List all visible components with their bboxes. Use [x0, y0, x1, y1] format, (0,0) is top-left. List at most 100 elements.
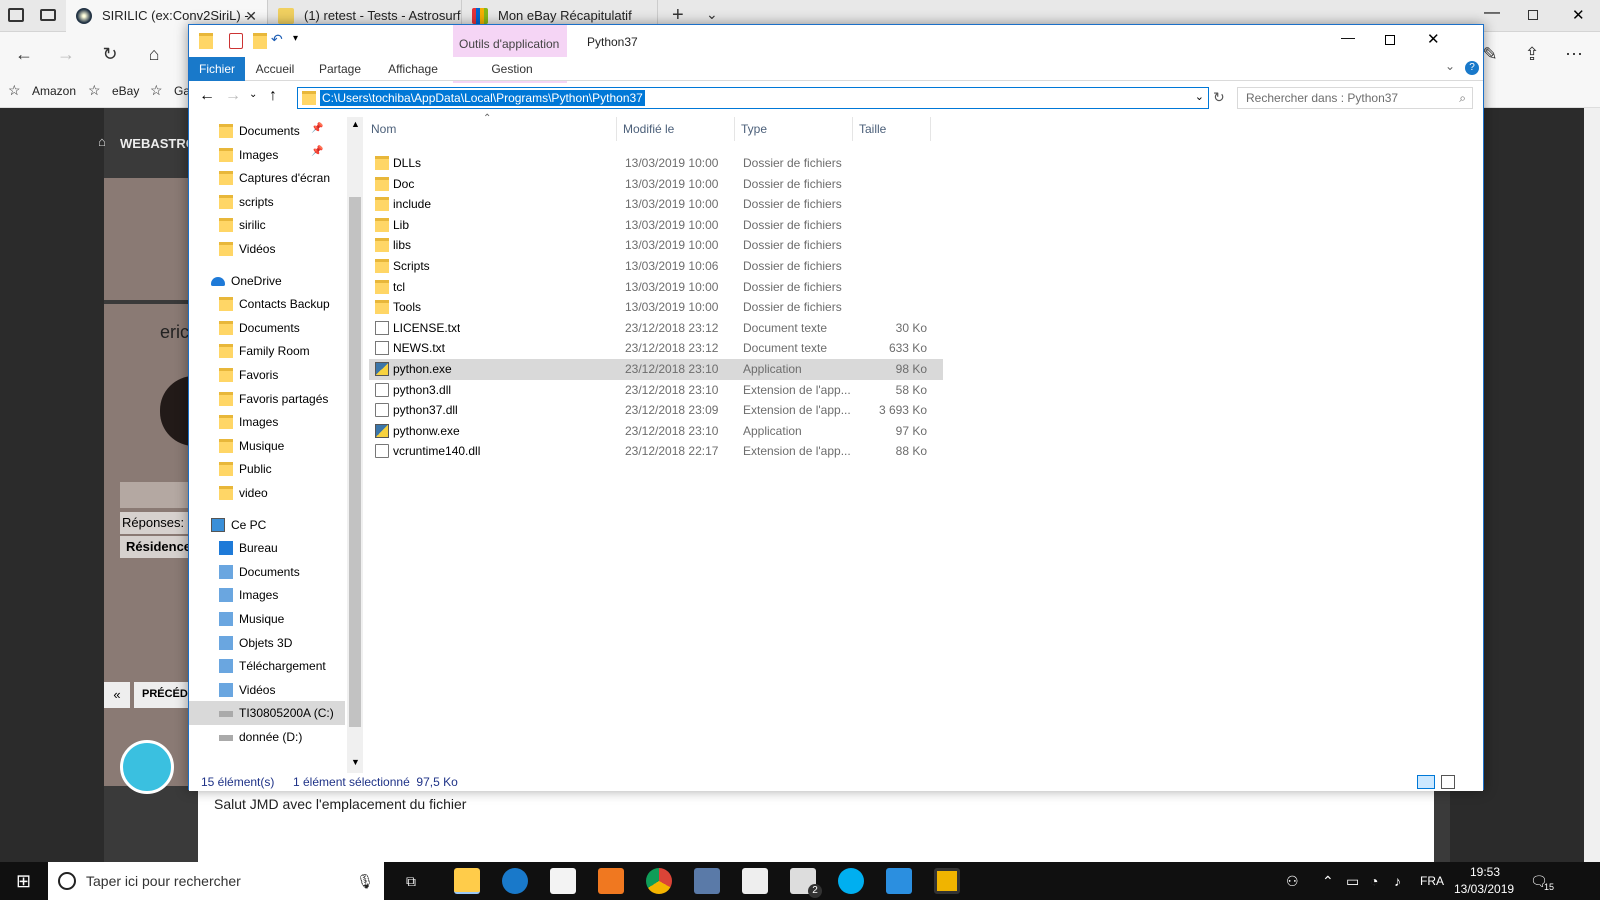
nav-item-contacts-backup[interactable]: Contacts Backup [189, 292, 345, 316]
set-aside-tabs-icon[interactable] [40, 9, 56, 21]
refresh-icon[interactable]: ↻ [96, 40, 124, 68]
tab-fichier[interactable]: Fichier [189, 57, 245, 81]
tab-accueil[interactable]: Accueil [247, 57, 303, 81]
column-header-date[interactable]: Modifié le [617, 117, 735, 141]
nav-item-telechargement[interactable]: Téléchargement [189, 654, 345, 678]
column-header-size[interactable]: Taille [853, 117, 931, 141]
help-icon[interactable]: ? [1465, 61, 1479, 75]
more-icon[interactable]: ⋯ [1560, 40, 1588, 68]
properties-icon[interactable] [229, 33, 243, 49]
quick-access-dropdown-icon[interactable]: ▾ [293, 33, 298, 44]
scroll-thumb[interactable] [349, 197, 361, 727]
explorer-minimize-icon[interactable]: — [1341, 29, 1355, 45]
store-taskbar-icon[interactable] [550, 868, 576, 894]
nav-item-videos[interactable]: Vidéos [189, 237, 345, 261]
file-row[interactable]: python3.dll 23/12/2018 23:10 Extension de … [369, 380, 943, 401]
pin-icon[interactable]: 📌 [311, 146, 323, 157]
restore-icon[interactable] [1528, 10, 1538, 20]
share-icon[interactable]: ⇪ [1518, 40, 1546, 68]
taskbar-search-box[interactable]: Taper ici pour rechercher 🎙 [48, 862, 384, 900]
clock-date[interactable]: 13/03/2019 [1454, 882, 1514, 896]
scroll-up-icon[interactable]: ▲ [351, 119, 360, 129]
recent-locations-icon[interactable]: ⌄ [249, 89, 257, 100]
task-view-icon[interactable]: ⧉ [406, 862, 416, 900]
file-row[interactable]: python37.dll 23/12/2018 23:09 Extension de… [369, 400, 943, 421]
address-path[interactable]: C:\Users\tochiba\AppData\Local\Programs\… [320, 90, 645, 106]
pin-icon[interactable]: 📌 [311, 123, 323, 134]
show-hidden-icons-icon[interactable]: ⌃ [1322, 862, 1334, 900]
people-icon[interactable]: ⚇ [1286, 862, 1299, 900]
nav-item-ce-pc[interactable]: Ce PC [189, 513, 345, 537]
battery-icon[interactable]: ▭ [1346, 862, 1359, 900]
site-title[interactable]: WEBASTRO [120, 136, 196, 151]
refresh-address-icon[interactable]: ↻ [1213, 89, 1225, 106]
remote-desktop-taskbar-icon[interactable] [694, 868, 720, 894]
language-indicator[interactable]: FRA [1420, 862, 1444, 900]
back-icon[interactable]: ← [10, 40, 38, 68]
file-row[interactable]: DLLs 13/03/2019 10:00 Dossier de fichiers [369, 153, 943, 174]
forward-arrow-icon[interactable]: → [225, 87, 241, 105]
prev-page-button[interactable]: PRÉCÉDE [134, 682, 188, 708]
skype-taskbar-icon[interactable] [838, 868, 864, 894]
file-row[interactable]: tcl 13/03/2019 10:00 Dossier de fichiers [369, 277, 943, 298]
nav-item-bureau[interactable]: Bureau [189, 536, 345, 560]
column-header-type[interactable]: Type [735, 117, 853, 141]
nav-item-images[interactable]: Images [189, 583, 345, 607]
author-button[interactable] [120, 482, 188, 508]
microphone-icon[interactable]: 🎙 [356, 862, 374, 900]
details-view-icon[interactable] [1417, 775, 1435, 789]
network-icon[interactable]: ◔ [1370, 862, 1378, 900]
page-scrollbar[interactable] [1584, 108, 1600, 862]
edge-taskbar-icon[interactable] [502, 868, 528, 894]
tab-gestion[interactable]: Gestion [455, 57, 569, 81]
start-windows-icon[interactable]: ⊞ [16, 862, 31, 900]
chrome-taskbar-icon[interactable] [646, 868, 672, 894]
nav-item-sirilic[interactable]: sirilic [189, 213, 345, 237]
scroll-down-icon[interactable]: ▼ [351, 757, 360, 767]
nav-item-scripts[interactable]: scripts [189, 190, 345, 214]
file-row[interactable]: Lib 13/03/2019 10:00 Dossier de fichiers [369, 215, 943, 236]
prev-page-icon[interactable]: « [104, 682, 130, 708]
explorer-close-icon[interactable]: ✕ [1427, 30, 1440, 48]
clock-time[interactable]: 19:53 [1470, 865, 1500, 879]
file-row[interactable]: NEWS.txt 23/12/2018 23:12 Document texte 63… [369, 338, 943, 359]
tabs-overview-icon[interactable] [8, 8, 24, 22]
minimize-icon[interactable]: — [1484, 4, 1500, 22]
favorite-ebay[interactable]: eBay [112, 84, 139, 98]
close-window-icon[interactable]: ✕ [1572, 6, 1585, 24]
volume-icon[interactable]: ♪ [1394, 862, 1401, 900]
search-box[interactable]: Rechercher dans : Python37 ⌕ [1237, 87, 1473, 109]
nav-item-donnee-d[interactable]: donnée (D:) [189, 725, 345, 749]
nav-item-family-room[interactable]: Family Room [189, 339, 345, 363]
file-row[interactable]: LICENSE.txt 23/12/2018 23:12 Document text… [369, 318, 943, 339]
nav-item-public[interactable]: Public [189, 457, 345, 481]
nav-item-videos[interactable]: Vidéos [189, 678, 345, 702]
calculator-taskbar-icon[interactable] [742, 868, 768, 894]
site-home-icon[interactable]: ⌂ [98, 134, 106, 149]
media-player-taskbar-icon[interactable] [598, 868, 624, 894]
nav-item-documents[interactable]: Documents [189, 316, 345, 340]
file-row[interactable]: python.exe 23/12/2018 23:10 Application 98 … [369, 359, 943, 380]
tab-affichage[interactable]: Affichage [377, 57, 449, 81]
app-taskbar-icon[interactable] [934, 868, 960, 894]
file-row[interactable]: Scripts 13/03/2019 10:06 Dossier de fichie… [369, 256, 943, 277]
nav-item-musique[interactable]: Musique [189, 434, 345, 458]
file-explorer-taskbar-icon[interactable] [454, 868, 480, 894]
file-row[interactable]: vcruntime140.dll 23/12/2018 22:17 Extensio… [369, 441, 943, 462]
up-arrow-icon[interactable]: ↑ [269, 87, 277, 105]
undo-icon[interactable]: ↶ [271, 31, 283, 48]
nav-item-captures-d-ecran[interactable]: Captures d'écran [189, 166, 345, 190]
nav-item-documents[interactable]: Documents [189, 560, 345, 584]
explorer-maximize-icon[interactable] [1385, 35, 1395, 45]
tab-preview-chevron-icon[interactable]: ⌄ [706, 6, 718, 23]
nav-item-ti30805200a-c[interactable]: TI30805200A (C:) [189, 701, 345, 726]
large-icons-view-icon[interactable] [1441, 775, 1455, 789]
new-folder-icon[interactable] [253, 33, 267, 49]
nav-scrollbar[interactable]: ▲ ▼ [347, 117, 363, 773]
nav-item-musique[interactable]: Musique [189, 607, 345, 631]
address-bar[interactable]: C:\Users\tochiba\AppData\Local\Programs\… [297, 87, 1209, 109]
action-center-icon[interactable]: 🗨 [1530, 862, 1548, 900]
address-dropdown-icon[interactable]: ⌄ [1195, 90, 1204, 103]
file-row[interactable]: libs 13/03/2019 10:00 Dossier de fichiers [369, 235, 943, 256]
file-row[interactable]: pythonw.exe 23/12/2018 23:10 Application 97… [369, 421, 943, 442]
